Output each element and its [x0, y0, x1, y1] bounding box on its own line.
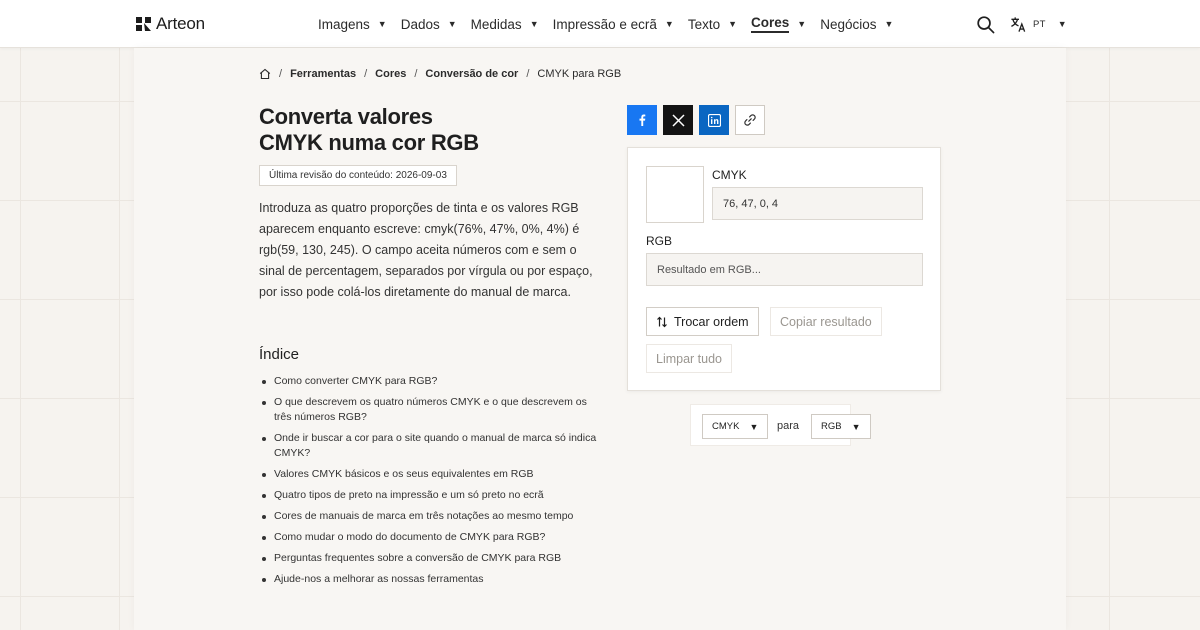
- translate-icon: [1011, 16, 1026, 32]
- toc-item[interactable]: Como converter CMYK para RGB?: [259, 374, 599, 389]
- cmyk-input[interactable]: [712, 187, 923, 220]
- nav-label: Impressão e ecrã: [552, 16, 657, 32]
- toc-item[interactable]: Cores de manuais de marca em três notaçõ…: [259, 509, 599, 524]
- toc-item[interactable]: Onde ir buscar a cor para o site quando …: [259, 431, 599, 461]
- page-title: Converta valores CMYK numa cor RGB: [259, 104, 579, 156]
- clear-all-button[interactable]: Limpar tudo: [646, 344, 733, 373]
- search-icon[interactable]: [976, 15, 995, 34]
- to-format-select[interactable]: RGB ▼: [811, 414, 871, 439]
- toc-item[interactable]: Valores CMYK básicos e os seus equivalen…: [259, 467, 599, 482]
- cmyk-label: CMYK: [712, 168, 747, 182]
- share-linkedin-button[interactable]: [699, 105, 729, 135]
- nav-label: Texto: [687, 16, 721, 32]
- top-header: Arteon Imagens ▼ Dados ▼ Medidas ▼ Impre…: [0, 0, 1200, 48]
- breadcrumb-separator: /: [279, 68, 283, 80]
- from-format-select[interactable]: CMYK ▼: [702, 414, 769, 439]
- breadcrumb-separator: /: [364, 68, 368, 80]
- rgb-output[interactable]: [646, 253, 923, 286]
- rgb-label: RGB: [646, 234, 673, 248]
- link-icon: [744, 114, 756, 126]
- nav-item-medidas[interactable]: Medidas ▼: [471, 17, 539, 32]
- breadcrumb-cores[interactable]: Cores: [375, 68, 406, 80]
- breadcrumb-conversao[interactable]: Conversão de cor: [425, 68, 518, 80]
- swap-order-label: Trocar ordem: [674, 314, 749, 329]
- logo[interactable]: Arteon: [136, 14, 205, 34]
- home-icon[interactable]: [259, 68, 271, 80]
- toc-heading: Índice: [259, 346, 300, 363]
- converter-card: CMYK RGB Trocar ordem Copiar resultado L…: [627, 147, 941, 391]
- caret-down-icon: ▼: [529, 19, 539, 29]
- nav-item-impressao[interactable]: Impressão e ecrã ▼: [553, 17, 674, 32]
- from-format-value: CMYK: [712, 421, 740, 432]
- format-selector: CMYK ▼ para RGB ▼: [690, 404, 871, 446]
- nav-item-imagens[interactable]: Imagens ▼: [318, 17, 387, 32]
- main-nav: Imagens ▼ Dados ▼ Medidas ▼ Impressão e …: [318, 0, 907, 48]
- table-of-contents: Como converter CMYK para RGB? O que desc…: [259, 374, 599, 593]
- linkedin-icon: [707, 113, 721, 127]
- breadcrumb: / Ferramentas / Cores / Conversão de cor…: [259, 68, 621, 80]
- breadcrumb-separator: /: [414, 68, 418, 80]
- nav-item-texto[interactable]: Texto ▼: [688, 17, 737, 32]
- nav-label: Negócios: [820, 16, 877, 32]
- revision-badge: Última revisão do conteúdo: 2026-09-03: [259, 165, 457, 186]
- nav-item-cores[interactable]: Cores ▼: [751, 15, 806, 33]
- caret-down-icon: ▼: [851, 421, 861, 432]
- toc-item[interactable]: Perguntas frequentes sobre a conversão d…: [259, 551, 599, 566]
- to-format-value: RGB: [821, 421, 842, 432]
- toc-item[interactable]: Ajude-nos a melhorar as nossas ferrament…: [259, 572, 599, 587]
- share-x-button[interactable]: [663, 105, 693, 135]
- caret-down-icon: ▼: [447, 19, 457, 29]
- color-swatch: [646, 166, 704, 223]
- nav-label: Medidas: [470, 16, 522, 32]
- nav-label: Imagens: [318, 16, 370, 32]
- copy-result-button[interactable]: Copiar resultado: [770, 307, 882, 336]
- page-title-line1: Converta valores: [259, 104, 433, 129]
- nav-item-negocios[interactable]: Negócios ▼: [820, 17, 893, 32]
- caret-down-icon: ▼: [884, 19, 894, 29]
- breadcrumb-current: CMYK para RGB: [537, 68, 622, 80]
- caret-down-icon: ▼: [377, 19, 387, 29]
- language-selector[interactable]: PT ▼: [1010, 15, 1067, 33]
- breadcrumb-separator: /: [526, 68, 530, 80]
- caret-down-icon: ▼: [664, 19, 674, 29]
- copy-link-button[interactable]: [735, 105, 765, 135]
- toc-item[interactable]: O que descrevem os quatro números CMYK e…: [259, 395, 599, 425]
- facebook-icon: [639, 114, 646, 126]
- x-icon: [671, 113, 685, 127]
- share-bar: [627, 105, 765, 135]
- language-code: PT: [1033, 18, 1046, 30]
- swap-arrows-icon: [657, 316, 667, 327]
- caret-down-icon: ▼: [728, 19, 738, 29]
- caret-down-icon: ▼: [797, 19, 807, 29]
- nav-label: Dados: [400, 16, 440, 32]
- nav-label: Cores: [751, 15, 790, 33]
- caret-down-icon: ▼: [1057, 19, 1067, 29]
- toc-item[interactable]: Como mudar o modo do documento de CMYK p…: [259, 530, 599, 545]
- nav-item-dados[interactable]: Dados ▼: [401, 17, 457, 32]
- logo-text: Arteon: [156, 14, 205, 33]
- swap-order-button[interactable]: Trocar ordem: [646, 307, 759, 336]
- caret-down-icon: ▼: [749, 421, 759, 432]
- main-panel: / Ferramentas / Cores / Conversão de cor…: [134, 48, 1066, 630]
- format-connector: para: [777, 420, 800, 432]
- share-facebook-button[interactable]: [627, 105, 657, 135]
- toc-item[interactable]: Quatro tipos de preto na impressão e um …: [259, 488, 599, 503]
- breadcrumb-ferramentas[interactable]: Ferramentas: [290, 68, 356, 80]
- logo-mark-icon: [136, 17, 151, 31]
- intro-paragraph: Introduza as quatro proporções de tinta …: [259, 201, 593, 299]
- page-title-line2: CMYK numa cor RGB: [259, 130, 479, 155]
